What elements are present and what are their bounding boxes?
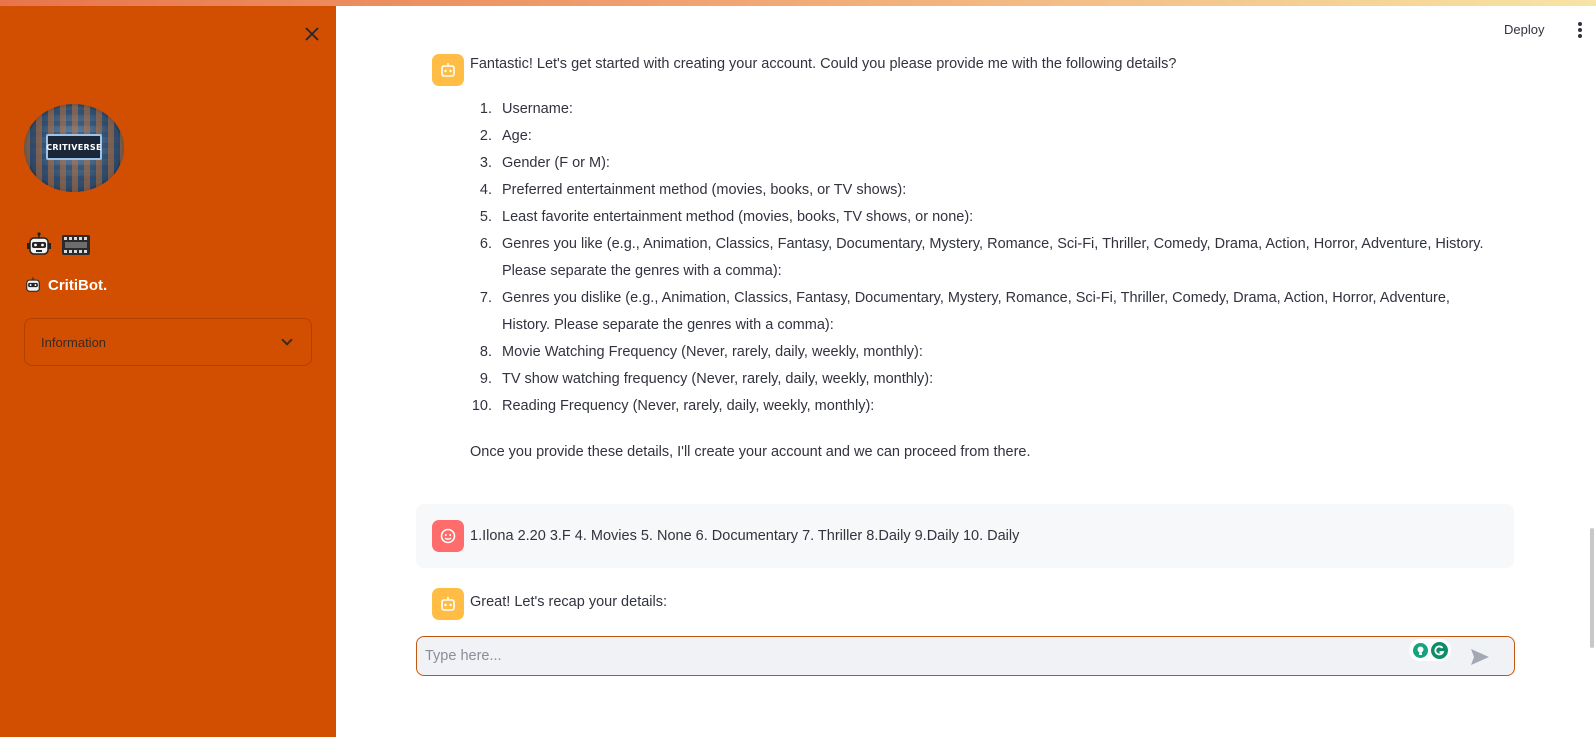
robot-avatar-icon: [441, 63, 455, 77]
user-avatar: [432, 520, 464, 552]
chat-messages[interactable]: Fantastic! Let's get started with creati…: [336, 40, 1560, 620]
top-decoration-bar: [0, 0, 1596, 6]
bot-message-intro: Fantastic! Let's get started with creati…: [470, 56, 1177, 72]
list-item: 4. Preferred entertainment method (movies…: [479, 182, 907, 198]
smiley-avatar-icon: [440, 528, 456, 544]
robot-avatar-icon: [441, 597, 455, 611]
chat-input-box[interactable]: [416, 636, 1515, 676]
list-item: 6. Genres you like (e.g., Animation, Clas…: [479, 236, 1484, 279]
robot-icon: [26, 232, 52, 258]
kebab-dot: [1578, 22, 1582, 26]
list-item: 1. Username:: [479, 101, 573, 117]
chat-input[interactable]: [425, 637, 1385, 675]
scrollbar-thumb[interactable]: [1590, 528, 1594, 648]
information-expander[interactable]: Information: [24, 318, 312, 366]
bot-message-outro: Once you provide these details, I'll cre…: [470, 444, 1031, 460]
logo-text: CRITIVERSE: [46, 142, 102, 152]
list-item: 10. Reading Frequency (Never, rarely, dai…: [471, 398, 875, 414]
grammarly-icon[interactable]: [1430, 641, 1448, 659]
kebab-dot: [1578, 28, 1582, 32]
bot-avatar: [432, 588, 464, 620]
film-icon: [62, 235, 90, 255]
user-message: 1.Ilona 2.20 3.F 4. Movies 5. None 6. Do…: [416, 504, 1514, 568]
bot-title: CritiBot.: [24, 276, 107, 294]
user-message-text: 1.Ilona 2.20 3.F 4. Movies 5. None 6. Do…: [470, 528, 1020, 544]
sidebar-emoji-row: [26, 232, 90, 258]
main-menu-button[interactable]: [1576, 22, 1584, 38]
app-logo: CRITIVERSE: [24, 104, 124, 192]
list-item: 9. TV show watching frequency (Never, rar…: [479, 371, 934, 387]
list-item: 2. Age:: [479, 128, 532, 144]
list-item: 8. Movie Watching Frequency (Never, rarel…: [479, 344, 923, 360]
bot-avatar: [432, 54, 464, 86]
deploy-button[interactable]: Deploy: [1500, 20, 1548, 39]
list-item: 5. Least favorite entertainment method (m…: [479, 209, 974, 225]
kebab-dot: [1578, 34, 1582, 38]
list-item: 3. Gender (F or M):: [479, 155, 610, 171]
send-icon: [1471, 649, 1489, 665]
chevron-down-icon: [281, 334, 293, 346]
lightbulb-extension-icon[interactable]: [1412, 642, 1428, 658]
list-item: 7. Genres you dislike (e.g., Animation, C…: [479, 290, 1450, 333]
sidebar: CRITIVERSE CritiBot. Information: [0, 0, 336, 737]
close-sidebar-button[interactable]: [300, 22, 324, 46]
logo-screen: CRITIVERSE: [46, 134, 102, 160]
send-button[interactable]: [1469, 647, 1491, 667]
extension-icons[interactable]: [1409, 639, 1451, 661]
bot-name: CritiBot.: [48, 276, 108, 294]
close-icon: [305, 27, 319, 41]
details-list: 1. Username: 2. Age: 3. Gender (F or M): 4.…: [466, 96, 1496, 420]
bot-message-recap: Great! Let's recap your details:: [470, 594, 668, 610]
expander-label: Information: [41, 334, 107, 350]
robot-icon: [24, 276, 42, 294]
